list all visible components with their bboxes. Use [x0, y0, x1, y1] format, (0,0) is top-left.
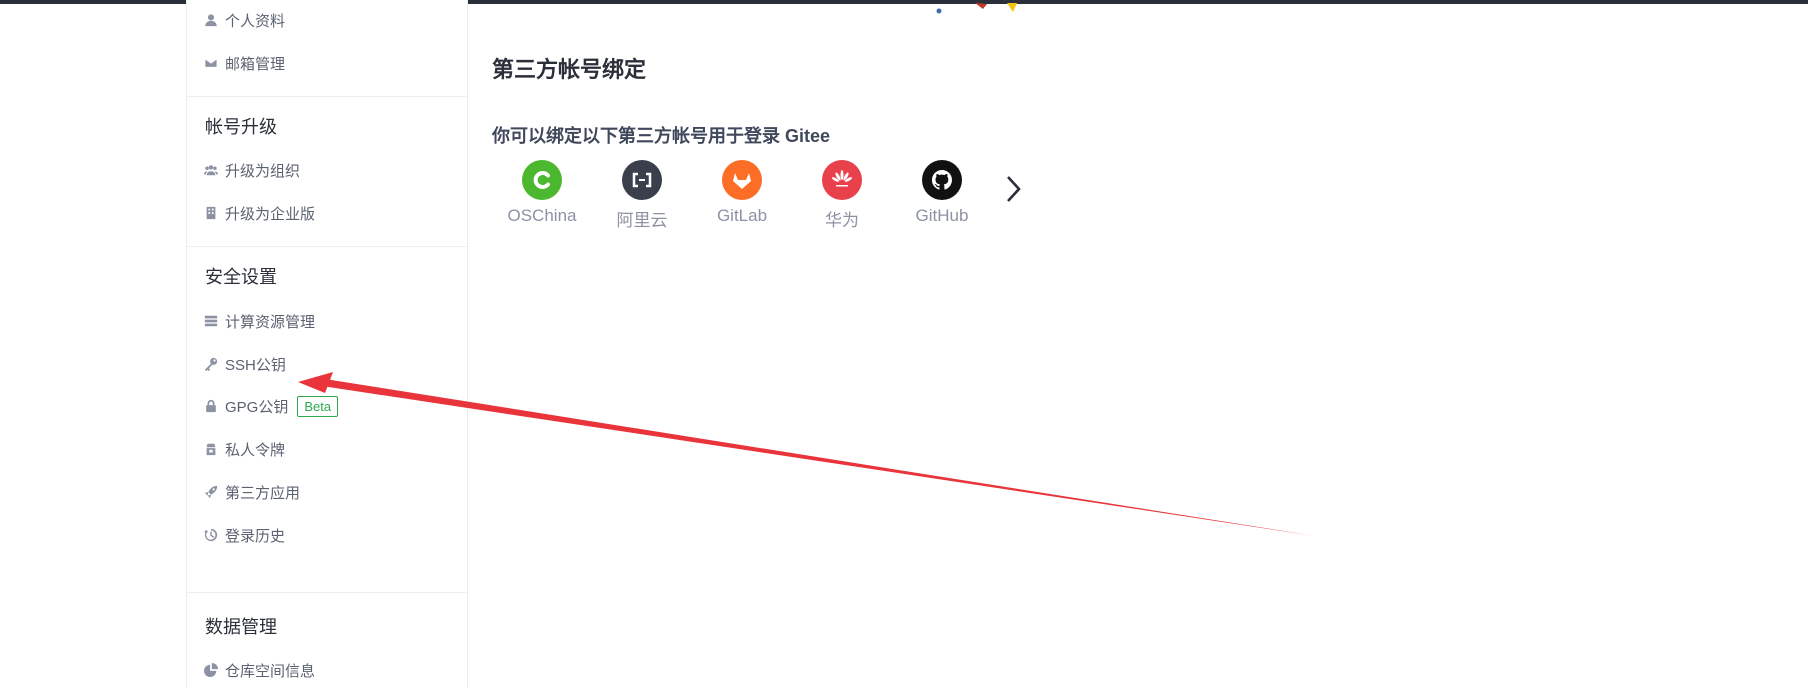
- lock-icon: [203, 398, 219, 414]
- sidebar-item-label: SSH公钥: [225, 356, 286, 374]
- user-icon: [203, 12, 219, 28]
- header-decoration: [936, 3, 1017, 14]
- provider-gitlab[interactable]: GitLab: [692, 160, 792, 226]
- divider: [187, 96, 467, 97]
- group-title-security: 安全设置: [205, 267, 277, 287]
- sidebar-item-label: 计算资源管理: [225, 313, 316, 331]
- sidebar-item-label: 升级为组织: [225, 162, 301, 180]
- sidebar-item-personal-tokens[interactable]: 私人令牌: [203, 437, 285, 461]
- building-icon: [203, 205, 219, 221]
- sidebar-item-upgrade-enterprise[interactable]: 升级为企业版: [203, 201, 315, 225]
- page-title: 第三方帐号绑定: [492, 57, 647, 82]
- token-icon: [203, 441, 219, 457]
- pie-chart-icon: [203, 662, 219, 678]
- sidebar-item-label: 升级为企业版: [225, 205, 316, 223]
- history-icon: [203, 527, 219, 543]
- sidebar-item-label: 个人资料: [225, 12, 286, 30]
- divider: [187, 592, 467, 593]
- sidebar-item-login-history[interactable]: 登录历史: [203, 523, 285, 547]
- provider-aliyun[interactable]: 阿里云: [592, 160, 692, 231]
- github-icon: [922, 160, 962, 200]
- gitlab-icon: [722, 160, 762, 200]
- sidebar-item-gpg-keys[interactable]: GPG公钥 Beta: [203, 394, 339, 418]
- group-title-upgrade: 帐号升级: [205, 117, 277, 137]
- key-icon: [203, 356, 219, 372]
- provider-oschina[interactable]: OSChina: [492, 160, 592, 226]
- provider-huawei[interactable]: 华为: [792, 160, 892, 231]
- divider: [187, 246, 467, 247]
- envelope-icon: [203, 55, 219, 71]
- huawei-icon: [822, 160, 862, 200]
- provider-label: 华为: [825, 211, 859, 230]
- aliyun-icon: [622, 160, 662, 200]
- sidebar-item-label: 私人令牌: [225, 441, 286, 459]
- chevron-right-icon[interactable]: [1001, 172, 1027, 206]
- sidebar-item-label: 邮箱管理: [225, 55, 286, 73]
- server-icon: [203, 313, 219, 329]
- provider-github[interactable]: GitHub: [892, 160, 992, 226]
- sidebar-item-label: 第三方应用: [225, 484, 301, 502]
- settings-sidebar: 个人资料 邮箱管理 帐号升级 升级为组织 升级为企业版 安全设置 计算资源管理 …: [186, 0, 468, 688]
- sidebar-item-profile[interactable]: 个人资料: [203, 8, 285, 32]
- page-subtitle: 你可以绑定以下第三方帐号用于登录 Gitee: [492, 126, 831, 146]
- sidebar-item-repo-space[interactable]: 仓库空间信息: [203, 658, 315, 682]
- sidebar-item-ssh-keys[interactable]: SSH公钥: [203, 352, 286, 376]
- rocket-icon: [203, 484, 219, 500]
- sidebar-item-label: GPG公钥: [225, 398, 289, 416]
- provider-label: GitHub: [915, 206, 969, 225]
- provider-label: OSChina: [507, 206, 577, 225]
- sidebar-item-upgrade-org[interactable]: 升级为组织: [203, 158, 300, 182]
- users-icon: [203, 162, 219, 178]
- oschina-icon: [522, 160, 562, 200]
- sidebar-item-compute-resources[interactable]: 计算资源管理: [203, 309, 315, 333]
- sidebar-item-email[interactable]: 邮箱管理: [203, 51, 285, 75]
- group-title-data: 数据管理: [205, 617, 277, 637]
- beta-badge: Beta: [297, 395, 339, 417]
- sidebar-item-third-party-apps[interactable]: 第三方应用: [203, 480, 300, 504]
- provider-label: GitLab: [716, 206, 768, 225]
- sidebar-item-label: 仓库空间信息: [225, 662, 316, 680]
- provider-label: 阿里云: [616, 211, 668, 230]
- sidebar-item-label: 登录历史: [225, 527, 286, 545]
